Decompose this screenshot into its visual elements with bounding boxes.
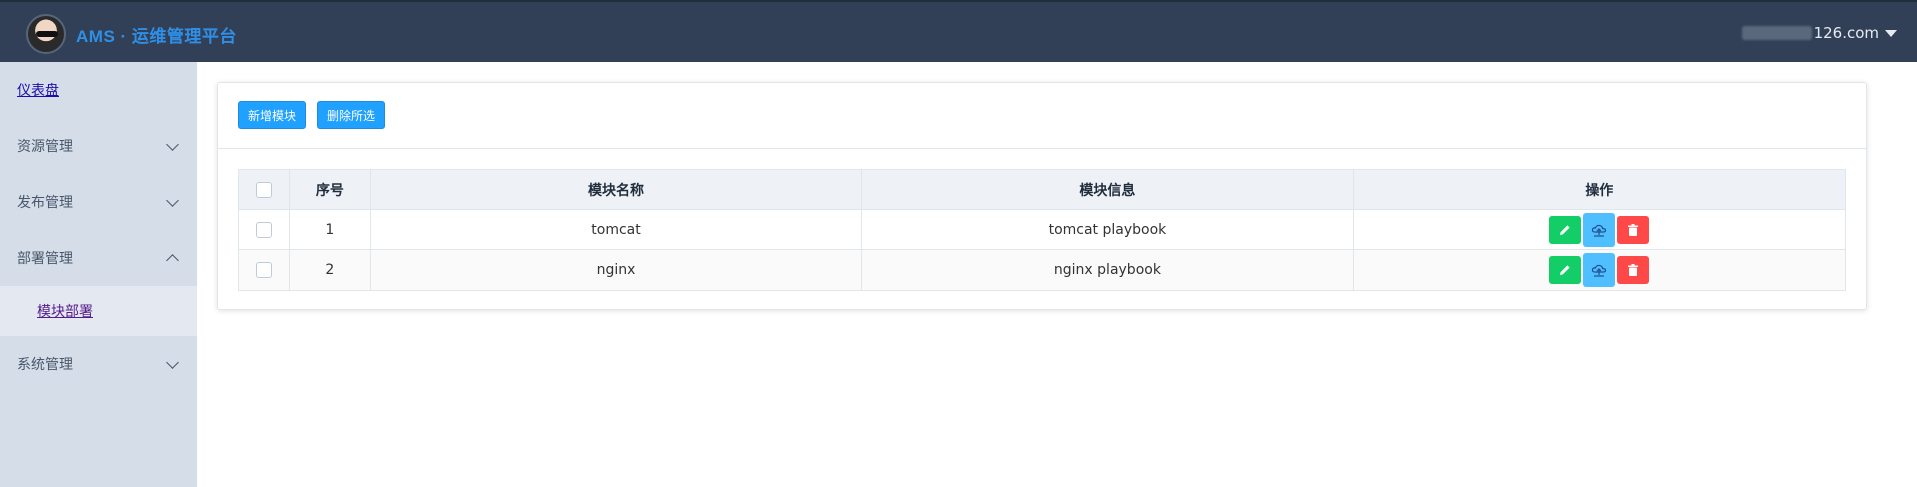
column-header: 模块信息	[862, 170, 1354, 209]
add-module-button[interactable]: 新增模块	[238, 101, 307, 129]
sidebar-item-label: 发布管理	[17, 195, 73, 211]
user-menu[interactable]: 126.com	[1741, 24, 1897, 42]
sidebar-item-system[interactable]: 系统管理	[0, 336, 197, 392]
deploy-button[interactable]	[1583, 212, 1616, 247]
row-checkbox[interactable]	[255, 221, 272, 238]
cloud-icon	[1592, 264, 1607, 277]
chevron-down-icon	[166, 194, 179, 207]
brand[interactable]: AMS · 运维管理平台	[26, 14, 237, 54]
content-panel: 新增模块 删除所选 序号 模块名称 模块信息 操作 1 tomcat tomca…	[217, 82, 1867, 310]
row-select-cell	[239, 250, 290, 290]
delete-button[interactable]	[1617, 256, 1650, 284]
panel-toolbar: 新增模块 删除所选	[218, 83, 1866, 149]
caret-down-icon	[1885, 29, 1897, 37]
deploy-button[interactable]	[1583, 253, 1616, 287]
column-header: 操作	[1585, 182, 1614, 199]
table-row: 2 nginx nginx playbook	[239, 250, 1845, 290]
sidebar-item-release[interactable]: 发布管理	[0, 174, 197, 230]
cloud-icon	[1592, 224, 1607, 237]
column-header: 模块名称	[371, 170, 863, 209]
sidebar-item-label: 模块部署	[37, 304, 93, 320]
edit-button[interactable]	[1549, 215, 1582, 244]
row-actions	[1354, 210, 1845, 249]
app-title: AMS · 运维管理平台	[76, 26, 237, 46]
avatar	[26, 14, 66, 54]
sidebar-item-label: 部署管理	[17, 251, 73, 267]
delete-selected-button[interactable]: 删除所选	[317, 101, 386, 129]
sidebar: 仪表盘 资源管理 发布管理 部署管理 模块部署 系统管理	[0, 62, 197, 487]
sidebar-item-label: 系统管理	[17, 357, 73, 373]
pencil-icon	[1560, 224, 1570, 235]
row-select-cell	[239, 210, 290, 249]
table-row: 1 tomcat tomcat playbook	[239, 210, 1845, 250]
sidebar-subitem-module-deploy[interactable]: 模块部署	[0, 286, 197, 336]
sidebar-item-label: 资源管理	[17, 139, 73, 155]
pencil-icon	[1560, 265, 1570, 275]
redacted-username	[1741, 26, 1812, 40]
trash-icon	[1628, 264, 1639, 276]
row-index: 2	[290, 250, 371, 290]
column-header: 序号	[290, 170, 371, 209]
top-header: AMS · 运维管理平台 126.com	[0, 0, 1917, 62]
select-all-checkbox[interactable]	[255, 181, 272, 198]
row-actions	[1354, 250, 1845, 290]
chevron-down-icon	[166, 138, 179, 151]
modules-table: 序号 模块名称 模块信息 操作 1 tomcat tomcat playbook	[238, 169, 1846, 291]
module-name: tomcat	[371, 210, 863, 249]
sidebar-item-label: 仪表盘	[17, 83, 59, 99]
user-email: 126.com	[1813, 24, 1879, 42]
chevron-down-icon	[166, 356, 179, 369]
trash-icon	[1628, 223, 1639, 236]
header-select-cell	[239, 170, 290, 209]
module-info: nginx playbook	[862, 250, 1354, 290]
edit-button[interactable]	[1549, 256, 1582, 284]
module-info: tomcat playbook	[862, 210, 1354, 249]
sidebar-item-deployment[interactable]: 部署管理	[0, 230, 197, 286]
table-header-row: 序号 模块名称 模块信息 操作	[239, 170, 1845, 210]
chevron-up-icon	[166, 254, 179, 267]
delete-button[interactable]	[1617, 215, 1650, 244]
module-name: nginx	[371, 250, 863, 290]
sidebar-item-dashboard[interactable]: 仪表盘	[0, 62, 197, 118]
row-checkbox[interactable]	[255, 262, 272, 278]
sidebar-item-resources[interactable]: 资源管理	[0, 118, 197, 174]
row-index: 1	[290, 210, 371, 249]
